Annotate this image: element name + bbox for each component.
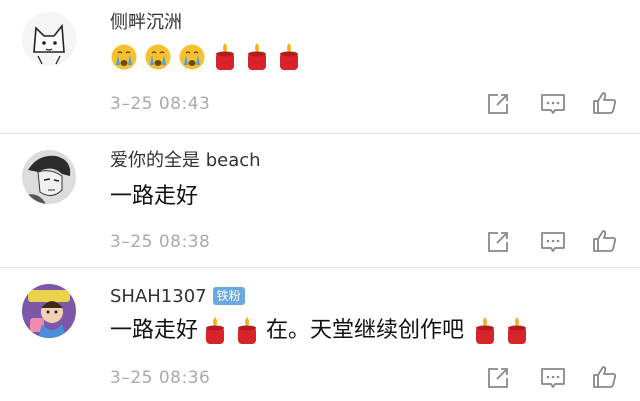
avatar-cartoon-character-icon	[22, 284, 76, 338]
comment-icon	[541, 368, 565, 388]
share-button[interactable]	[486, 92, 512, 116]
avatar-manga-portrait-icon	[22, 150, 76, 204]
avatar-cat-sketch-icon	[22, 12, 76, 66]
comment-text: 一路走好	[110, 184, 199, 209]
avatar[interactable]	[22, 284, 76, 338]
comment-content: 一路走好 在。天堂继续创作吧	[110, 314, 536, 348]
username[interactable]: 爱你的全是 beach	[110, 150, 261, 172]
comment-button[interactable]	[540, 92, 566, 116]
username[interactable]: 侧畔沉洲	[110, 12, 182, 34]
share-button[interactable]	[486, 230, 512, 254]
comment-button[interactable]	[540, 366, 566, 390]
candle-icon	[234, 316, 260, 346]
like-button[interactable]	[592, 91, 618, 115]
share-icon	[488, 232, 508, 252]
share-icon	[488, 368, 508, 388]
share-button[interactable]	[486, 366, 512, 390]
share-icon	[488, 94, 508, 114]
comment-icon	[541, 232, 565, 252]
comment-text: 一路走好	[110, 318, 199, 343]
fan-badge: 铁粉	[212, 287, 245, 305]
comment-content: 一路走好	[110, 180, 202, 214]
comment-button[interactable]	[540, 230, 566, 254]
comment-list: 侧畔沉洲 3–25 08:43 爱你的全是 beach 一路走好 3–25 08…	[0, 0, 640, 401]
avatar[interactable]	[22, 12, 76, 66]
candle-icon	[504, 316, 530, 346]
candle-icon	[276, 42, 302, 72]
timestamp: 3–25 08:38	[110, 232, 211, 252]
like-icon	[593, 230, 617, 252]
crying-face-icon	[178, 43, 206, 71]
timestamp: 3–25 08:36	[110, 368, 211, 388]
like-button[interactable]	[592, 365, 618, 389]
comment-item: SHAH1307 铁粉 一路走好 在。天堂继续创作吧 3–25 08:36	[0, 267, 640, 401]
candle-icon	[202, 316, 228, 346]
comment-content	[110, 42, 308, 72]
avatar[interactable]	[22, 150, 76, 204]
like-icon	[593, 366, 617, 388]
comment-icon	[541, 94, 565, 114]
like-icon	[593, 92, 617, 114]
candle-icon	[212, 42, 238, 72]
candle-icon	[244, 42, 270, 72]
candle-icon	[472, 316, 498, 346]
crying-face-icon	[144, 43, 172, 71]
comment-item: 侧畔沉洲 3–25 08:43	[0, 0, 640, 133]
username-text: SHAH1307	[110, 286, 207, 307]
timestamp: 3–25 08:43	[110, 94, 211, 114]
comment-item: 爱你的全是 beach 一路走好 3–25 08:38	[0, 133, 640, 267]
comment-text: 在。天堂继续创作吧	[266, 318, 465, 343]
like-button[interactable]	[592, 229, 618, 253]
username[interactable]: SHAH1307 铁粉	[110, 286, 245, 308]
crying-face-icon	[110, 43, 138, 71]
